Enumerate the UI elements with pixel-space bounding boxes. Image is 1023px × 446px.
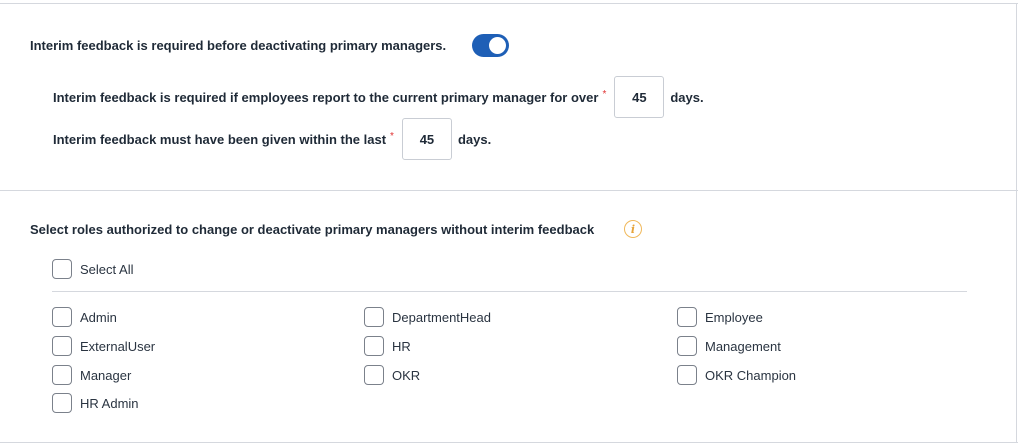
info-icon[interactable]: i bbox=[624, 220, 642, 238]
role-checkbox-hr-admin[interactable]: HR Admin bbox=[52, 393, 139, 413]
role-checkbox-okr-champion[interactable]: OKR Champion bbox=[677, 365, 796, 385]
role-checkbox-management[interactable]: Management bbox=[677, 336, 781, 356]
role-label: Admin bbox=[80, 309, 117, 325]
role-checkbox-admin[interactable]: Admin bbox=[52, 307, 117, 327]
checkbox-box[interactable] bbox=[52, 393, 72, 413]
role-label: Employee bbox=[705, 309, 763, 325]
role-checkbox-hr[interactable]: HR bbox=[364, 336, 411, 356]
required-marker: * bbox=[602, 88, 607, 100]
role-label: ExternalUser bbox=[80, 338, 156, 354]
role-label: OKR Champion bbox=[705, 367, 797, 383]
select-all-checkbox[interactable]: Select All bbox=[52, 259, 133, 279]
checkbox-box[interactable] bbox=[52, 336, 72, 356]
checkbox-box[interactable] bbox=[364, 336, 384, 356]
role-label: Manager bbox=[80, 367, 132, 383]
checkbox-box[interactable] bbox=[52, 259, 72, 279]
over-days-input[interactable] bbox=[614, 76, 665, 118]
roles-title: Select roles authorized to change or dea… bbox=[30, 222, 595, 237]
over-days-unit: days. bbox=[670, 89, 704, 105]
role-checkbox-manager[interactable]: Manager bbox=[52, 365, 131, 385]
within-days-row: Interim feedback must have been given wi… bbox=[53, 118, 491, 160]
role-checkbox-departmenthead[interactable]: DepartmentHead bbox=[364, 307, 491, 327]
checkbox-box[interactable] bbox=[364, 307, 384, 327]
select-all-label: Select All bbox=[80, 261, 134, 277]
within-days-unit: days. bbox=[457, 131, 492, 147]
checkbox-box[interactable] bbox=[52, 307, 72, 327]
section-divider bbox=[0, 190, 1018, 191]
checkbox-box[interactable] bbox=[52, 365, 72, 385]
interim-feedback-toggle[interactable] bbox=[472, 34, 509, 57]
over-days-label: Interim feedback is required if employee… bbox=[53, 89, 599, 105]
checkbox-box[interactable] bbox=[677, 336, 697, 356]
role-checkbox-externaluser[interactable]: ExternalUser bbox=[52, 336, 155, 356]
required-marker: * bbox=[390, 130, 394, 142]
role-label: HR bbox=[392, 338, 411, 354]
role-label: OKR bbox=[392, 367, 421, 383]
right-border bbox=[1016, 3, 1017, 443]
checkbox-box[interactable] bbox=[364, 365, 384, 385]
over-days-row: Interim feedback is required if employee… bbox=[53, 76, 704, 118]
role-label: Management bbox=[705, 338, 781, 354]
within-days-input[interactable] bbox=[401, 118, 452, 160]
role-label: DepartmentHead bbox=[392, 309, 491, 325]
interim-feedback-title: Interim feedback is required before deac… bbox=[30, 38, 447, 53]
checkbox-box[interactable] bbox=[677, 365, 697, 385]
role-checkbox-employee[interactable]: Employee bbox=[677, 307, 763, 327]
bottom-divider bbox=[0, 442, 1018, 443]
within-days-label: Interim feedback must have been given wi… bbox=[53, 131, 387, 147]
role-label: HR Admin bbox=[80, 395, 139, 411]
select-all-divider bbox=[52, 291, 967, 292]
toggle-knob bbox=[489, 37, 506, 54]
checkbox-box[interactable] bbox=[677, 307, 697, 327]
top-divider bbox=[0, 3, 1018, 4]
role-checkbox-okr[interactable]: OKR bbox=[364, 365, 420, 385]
